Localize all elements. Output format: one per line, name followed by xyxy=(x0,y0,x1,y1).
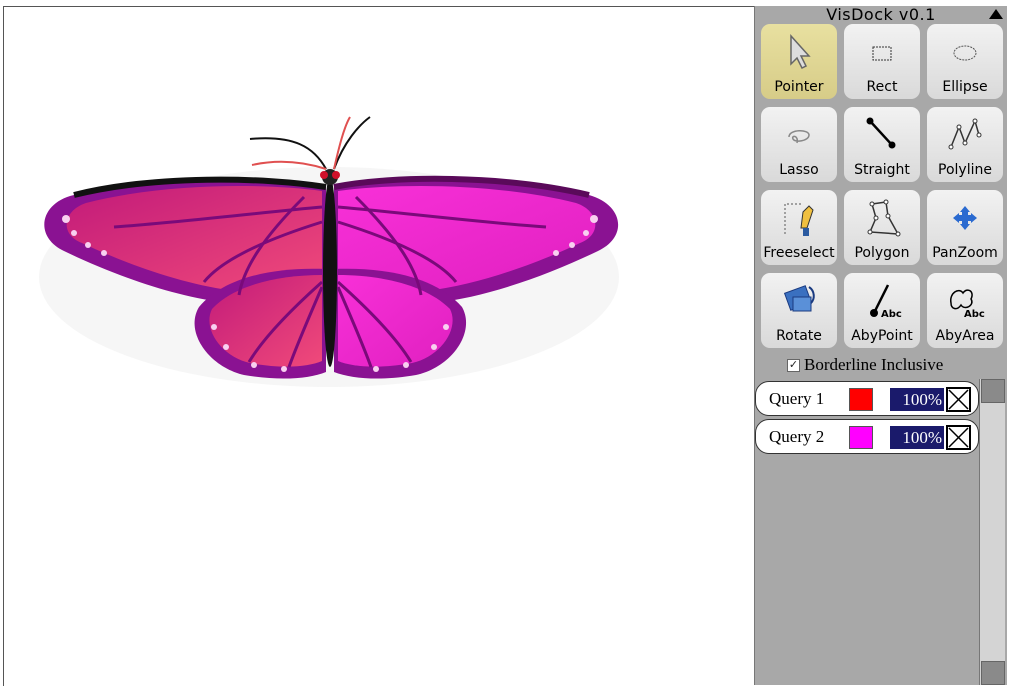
query-scrollbar[interactable] xyxy=(979,379,1005,685)
tool-label: Rotate xyxy=(776,328,822,344)
drawing-canvas[interactable] xyxy=(3,6,754,686)
tool-label: Pointer xyxy=(774,79,824,95)
tool-label: AbyPoint xyxy=(851,328,913,344)
tool-label: Rect xyxy=(866,79,898,95)
tool-freeselect[interactable]: Freeselect xyxy=(761,190,837,265)
svg-text:Abc: Abc xyxy=(881,309,902,320)
tool-label: Polyline xyxy=(938,162,992,178)
straight-line-icon xyxy=(866,117,896,149)
query-label: Query 1 xyxy=(769,389,825,408)
scroll-up-button[interactable] xyxy=(981,379,1005,403)
butterfly-image xyxy=(39,116,619,387)
scroll-down-button[interactable] xyxy=(981,661,1005,685)
tool-polygon[interactable]: Polygon xyxy=(844,190,920,265)
dock-title: VisDock v0.1 xyxy=(826,5,936,24)
tool-ellipse[interactable]: Ellipse xyxy=(927,24,1003,99)
tool-label: Freeselect xyxy=(763,245,835,261)
tool-straight[interactable]: Straight xyxy=(844,107,920,182)
annotate-by-point-icon: Abc xyxy=(870,284,902,320)
tool-abyarea[interactable]: Abc AbyArea xyxy=(927,273,1003,348)
delete-query-icon[interactable] xyxy=(946,387,971,412)
tool-label: PanZoom xyxy=(932,245,998,261)
ellipse-icon xyxy=(953,45,977,61)
borderline-inclusive: ✓ Borderline Inclusive xyxy=(787,355,943,375)
query-color-swatch[interactable] xyxy=(849,388,873,411)
query-opacity[interactable]: 100% xyxy=(890,388,944,411)
pointer-icon xyxy=(790,34,811,70)
tool-abypoint[interactable]: Abc AbyPoint xyxy=(844,273,920,348)
rotate-icon xyxy=(783,285,815,312)
freeselect-icon xyxy=(784,203,814,236)
tool-label: AbyArea xyxy=(935,328,995,344)
tool-pointer[interactable]: Pointer xyxy=(761,24,837,99)
tool-label: Ellipse xyxy=(942,79,988,95)
tool-rect[interactable]: Rect xyxy=(844,24,920,99)
rect-icon xyxy=(872,46,892,61)
tool-polyline[interactable]: Polyline xyxy=(927,107,1003,182)
tool-label: Straight xyxy=(854,162,910,178)
polygon-icon xyxy=(867,199,901,237)
borderline-checkbox[interactable]: ✓ xyxy=(787,358,800,372)
svg-text:Abc: Abc xyxy=(964,309,985,320)
tool-rotate[interactable]: Rotate xyxy=(761,273,837,348)
polyline-icon xyxy=(948,118,982,150)
query-opacity[interactable]: 100% xyxy=(890,426,944,449)
tool-label: Lasso xyxy=(779,162,819,178)
tool-lasso[interactable]: Lasso xyxy=(761,107,837,182)
collapse-arrow-icon[interactable] xyxy=(989,9,1003,19)
borderline-label: Borderline Inclusive xyxy=(804,355,944,374)
tool-panzoom[interactable]: PanZoom xyxy=(927,190,1003,265)
annotate-by-area-icon: Abc xyxy=(950,289,985,320)
panzoom-icon xyxy=(953,206,977,230)
query-color-swatch[interactable] xyxy=(849,426,873,449)
query-row[interactable]: Query 2 100% xyxy=(755,419,979,454)
visdock-panel: VisDock v0.1 Pointer Rect Ellipse Lasso … xyxy=(754,6,1007,685)
delete-query-icon[interactable] xyxy=(946,425,971,450)
tool-label: Polygon xyxy=(854,245,910,261)
query-row[interactable]: Query 1 100% xyxy=(755,381,979,416)
lasso-icon xyxy=(788,130,810,144)
query-label: Query 2 xyxy=(769,427,825,446)
